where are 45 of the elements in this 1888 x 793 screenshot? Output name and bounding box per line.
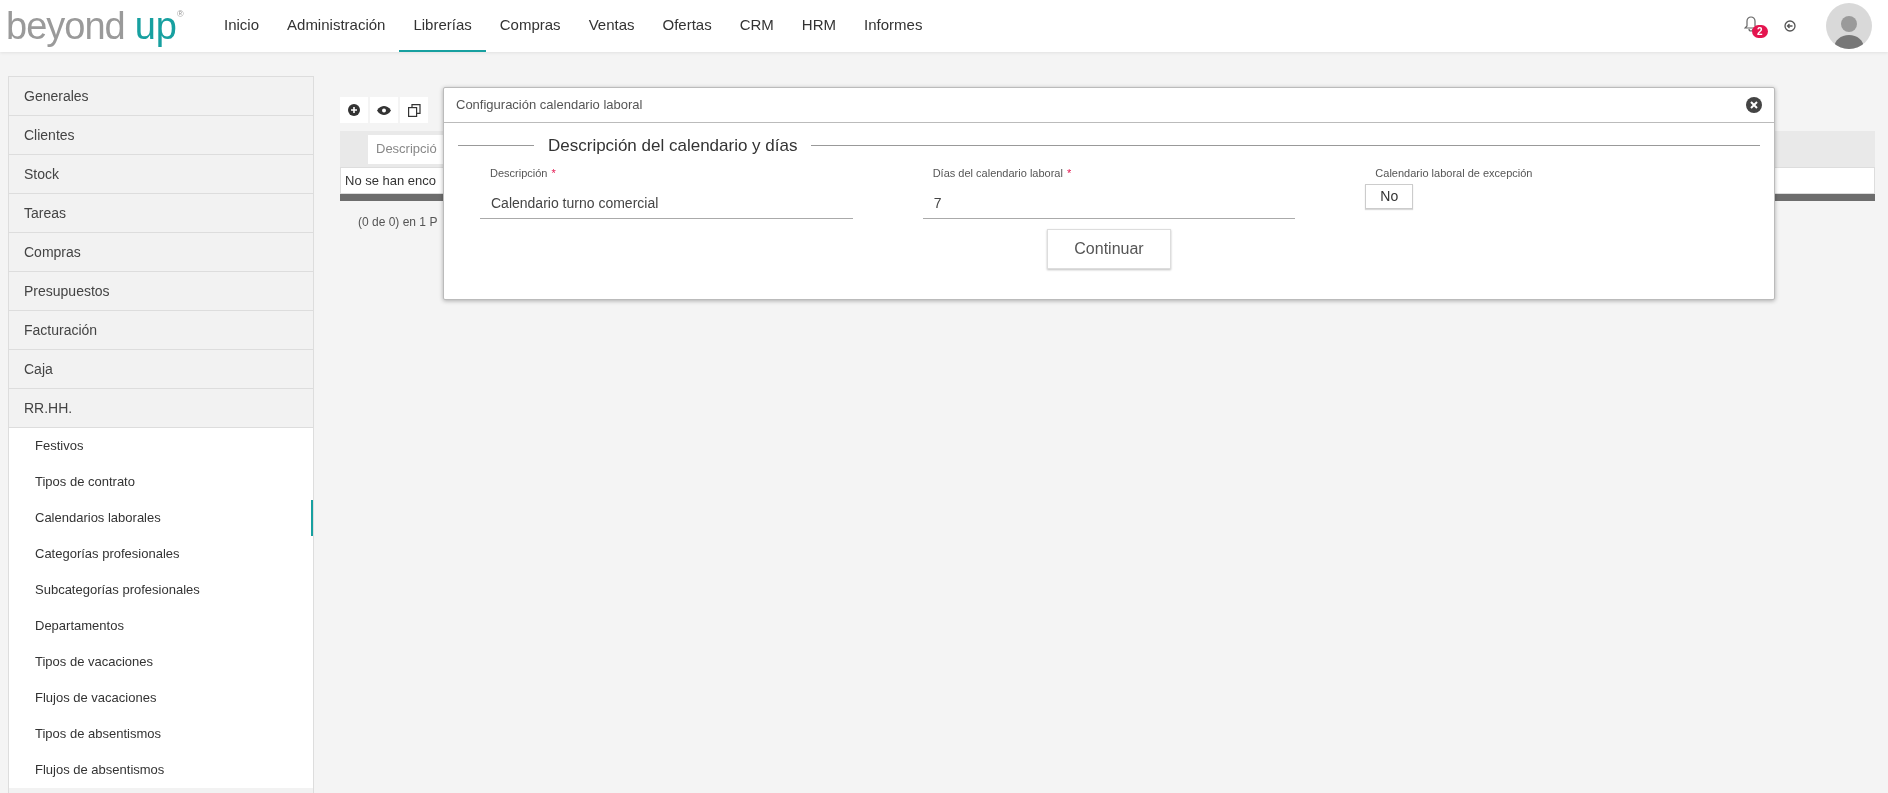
submenu-item[interactable]: Categorías profesionales [9, 536, 313, 572]
notification-count: 2 [1752, 25, 1768, 38]
logo-text: up [134, 6, 177, 46]
field-label: Descripción [490, 165, 548, 181]
submenu-item[interactable]: Festivos [9, 428, 313, 464]
eye-icon [377, 105, 391, 115]
plus-circle-icon [348, 104, 360, 116]
registered-mark: ® [176, 8, 184, 21]
submenu-item[interactable]: Tipos de vacaciones [9, 644, 313, 680]
logo-text: beyond [6, 6, 125, 46]
continue-button[interactable]: Continuar [1047, 229, 1171, 269]
paginator-text: (0 de 0) en 1 P [358, 215, 438, 229]
nav-tab[interactable]: Informes [850, 0, 937, 52]
nav-tab[interactable]: CRM [725, 0, 788, 52]
nav-tab[interactable]: HRM [787, 0, 851, 52]
nav-tab[interactable]: Ventas [574, 0, 649, 52]
submenu-item[interactable]: Flujos de absentismos [9, 752, 313, 788]
copy-button[interactable] [400, 97, 428, 123]
logout-icon[interactable] [1784, 20, 1796, 32]
submenu-item[interactable]: Calendarios laborales [9, 500, 313, 536]
nav-tab[interactable]: Ofertas [648, 0, 726, 52]
submenu-item[interactable]: Tipos de contrato [9, 464, 313, 500]
add-button[interactable] [340, 97, 368, 123]
field-label: Calendario laboral de excepción [1375, 165, 1533, 181]
nav-tab[interactable]: Librerías [399, 0, 486, 52]
nav-tab[interactable]: Compras [485, 0, 575, 52]
nav-tab[interactable]: Inicio [210, 0, 274, 52]
close-icon[interactable] [1746, 97, 1762, 113]
submenu-item[interactable]: Subcategorías profesionales [9, 572, 313, 608]
toggle-button[interactable]: No [1365, 184, 1414, 209]
copy-icon [407, 103, 421, 117]
dialog-title: Configuración calendario laboral [456, 96, 643, 115]
section-title: Descripción del calendario y días [547, 135, 799, 157]
field-label: Días del calendario laboral [932, 165, 1063, 181]
nav-tab[interactable]: Administración [273, 0, 400, 52]
submenu-item[interactable]: Tipos de absentismos [9, 716, 313, 752]
avatar[interactable] [1826, 3, 1872, 49]
required-mark: * [551, 165, 556, 181]
submenu-item[interactable]: Departamentos [9, 608, 313, 644]
submenu-item[interactable]: Flujos de vacaciones [9, 680, 313, 716]
input-field[interactable]: Calendario turno comercial [480, 189, 853, 219]
required-mark: * [1066, 165, 1072, 181]
input-field[interactable]: 7 [922, 189, 1296, 219]
bell-icon[interactable] [1744, 16, 1758, 32]
view-button[interactable] [370, 97, 398, 123]
